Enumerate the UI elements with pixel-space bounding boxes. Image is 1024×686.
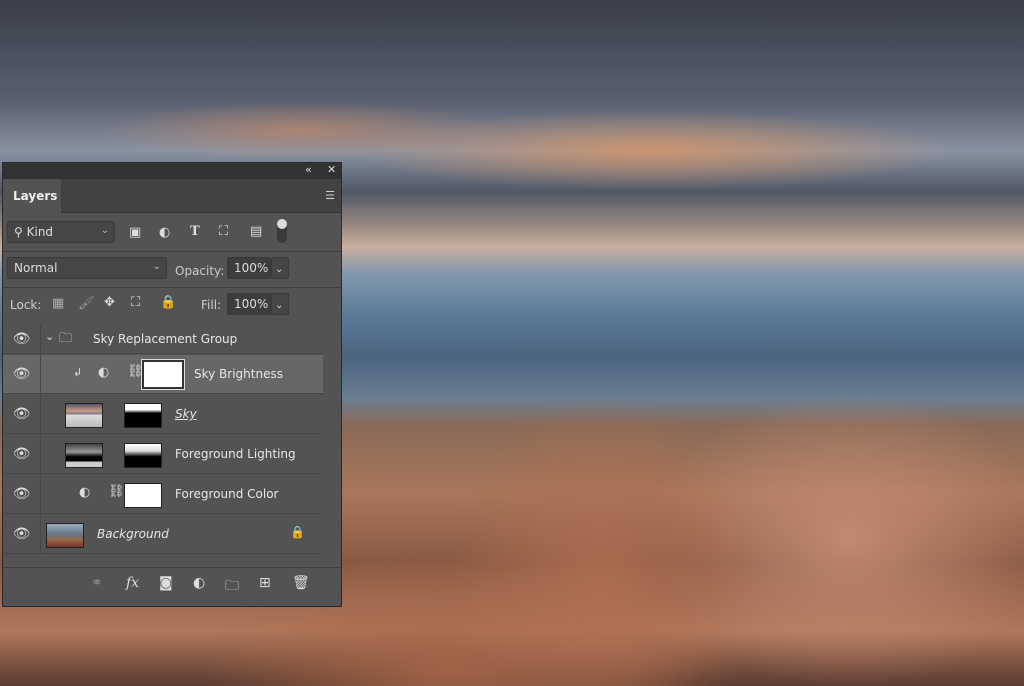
filter-toggle[interactable] (277, 219, 287, 243)
eye-icon[interactable]: 👁 (3, 355, 41, 394)
layer-mask-thumbnail[interactable] (141, 359, 185, 390)
lock-label: Lock: (10, 298, 42, 312)
layer-row-foreground-color[interactable]: 👁 ◐ ⛓ Foreground Color (3, 475, 323, 514)
trash-icon[interactable]: 🗑 (292, 575, 310, 591)
blend-mode-select[interactable]: Normal ⌄ (7, 257, 167, 279)
shape-filter-icon[interactable]: ⛶ (219, 224, 228, 239)
layer-name[interactable]: Sky (175, 407, 197, 421)
chevron-down-icon: ⌄ (100, 225, 109, 236)
collapse-icon[interactable]: « (305, 163, 312, 176)
layer-row-sky-brightness[interactable]: 👁 ↲ ◐ ⛓ Sky Brightness (3, 355, 323, 394)
opacity-slider-toggle[interactable]: ⌄ (271, 257, 289, 279)
layers-footer: ⚭ fx ◙ ◐ 🗀 ⊞ 🗑 (3, 567, 341, 599)
filter-kind-label: Kind (26, 225, 54, 239)
lock-brush-icon[interactable]: 🖌 (78, 296, 95, 311)
eye-icon[interactable]: 👁 (3, 515, 41, 554)
close-icon[interactable]: ✕ (327, 163, 336, 176)
lock-transparency-icon[interactable]: ▦ (52, 296, 64, 311)
search-icon: ⚲ (14, 225, 23, 239)
eye-icon[interactable]: 👁 (3, 475, 41, 514)
new-layer-icon[interactable]: ⊞ (259, 575, 271, 591)
adjustment-layer-icon: ◐ (79, 485, 91, 500)
adjustment-filter-icon[interactable]: ◐ (159, 225, 170, 240)
eye-icon[interactable]: 👁 (3, 435, 41, 474)
fill-label: Fill: (201, 298, 222, 312)
add-mask-icon[interactable]: ◙ (159, 575, 173, 591)
layer-mask-thumbnail[interactable] (124, 403, 162, 428)
folder-icon: 🗀 (59, 331, 73, 346)
lock-icon: 🔒 (290, 525, 305, 539)
layer-name[interactable]: Sky Replacement Group (93, 332, 237, 346)
layer-name[interactable]: Foreground Color (175, 487, 278, 501)
chevron-down-icon: ⌄ (152, 261, 161, 272)
layers-panel: « ✕ Layers ☰ ⚲ Kind ⌄ ▣ ◐ T ⛶ ▤ Normal ⌄… (2, 162, 342, 607)
lock-artboard-icon[interactable]: ⛶ (131, 295, 140, 310)
link-layers-icon[interactable]: ⚭ (91, 575, 103, 591)
layer-thumbnail[interactable] (65, 443, 103, 468)
eye-icon[interactable]: 👁 (3, 395, 41, 434)
panel-menu-icon[interactable]: ☰ (325, 189, 335, 202)
layer-row-foreground-lighting[interactable]: 👁 Foreground Lighting (3, 435, 323, 474)
lock-position-icon[interactable]: ✥ (104, 295, 115, 310)
chevron-down-icon: ⌄ (275, 264, 284, 275)
layer-row-sky[interactable]: 👁 Sky (3, 395, 323, 434)
fill-slider-toggle[interactable]: ⌄ (271, 293, 289, 315)
link-icon[interactable]: ⛓ (108, 484, 125, 499)
blend-mode-value: Normal (14, 261, 58, 275)
layer-row-group[interactable]: 👁 ⌄ 🗀 Sky Replacement Group (3, 324, 323, 354)
layer-thumbnail[interactable] (65, 403, 103, 428)
filter-kind-select[interactable]: ⚲ Kind ⌄ (7, 221, 115, 243)
layer-thumbnail[interactable] (46, 523, 84, 548)
panel-titlebar[interactable]: « ✕ (3, 163, 341, 179)
chevron-down-icon: ⌄ (275, 300, 284, 311)
smart-object-filter-icon[interactable]: ▤ (250, 224, 262, 239)
new-group-icon[interactable]: 🗀 (225, 575, 239, 599)
layer-name[interactable]: Foreground Lighting (175, 447, 296, 461)
fx-icon[interactable]: fx (126, 575, 139, 591)
opacity-input[interactable]: 100% (227, 257, 271, 279)
fill-input[interactable]: 100% (227, 293, 271, 315)
chevron-down-icon[interactable]: ⌄ (45, 330, 54, 343)
type-filter-icon[interactable]: T (190, 224, 200, 239)
layer-mask-thumbnail[interactable] (124, 443, 162, 468)
adjustment-layer-icon: ◐ (98, 365, 110, 380)
tab-layers[interactable]: Layers (3, 179, 61, 213)
layer-name[interactable]: Sky Brightness (194, 367, 283, 381)
new-adjustment-icon[interactable]: ◐ (193, 575, 205, 591)
lock-all-icon[interactable]: 🔒 (160, 295, 176, 310)
pixel-filter-icon[interactable]: ▣ (129, 225, 141, 240)
layer-mask-thumbnail[interactable] (124, 483, 162, 508)
opacity-label: Opacity: (175, 264, 225, 278)
eye-icon[interactable]: 👁 (3, 324, 41, 354)
layer-row-background[interactable]: 👁 Background 🔒 (3, 515, 323, 554)
layer-name[interactable]: Background (97, 527, 169, 541)
clipping-arrow-icon: ↲ (73, 366, 83, 379)
